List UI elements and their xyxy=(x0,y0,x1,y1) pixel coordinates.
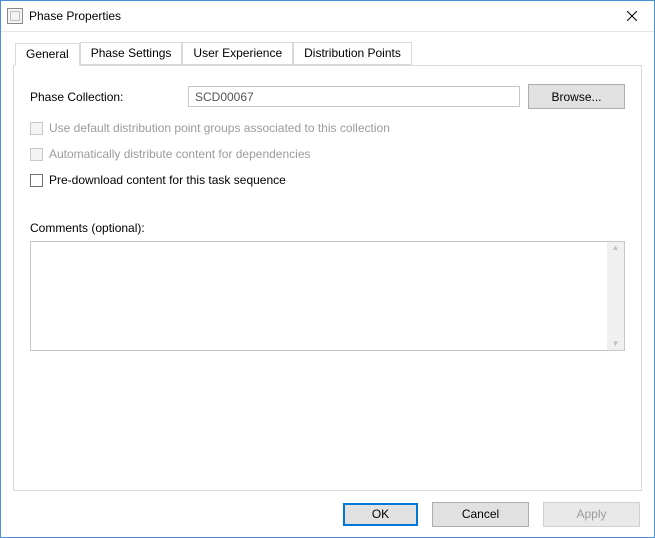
dialog-footer: OK Cancel Apply xyxy=(1,491,654,537)
phase-collection-input[interactable] xyxy=(188,86,520,107)
tab-distribution-points-label: Distribution Points xyxy=(304,46,401,60)
checkbox-auto-distribute-row: Automatically distribute content for dep… xyxy=(30,147,625,161)
checkbox-auto-distribute-label: Automatically distribute content for dep… xyxy=(49,147,311,161)
tab-strip: General Phase Settings User Experience D… xyxy=(13,42,642,65)
scrollbar[interactable]: ▲ ▼ xyxy=(607,242,624,350)
tab-user-experience[interactable]: User Experience xyxy=(182,42,293,65)
ok-button-label: OK xyxy=(372,507,389,521)
scroll-up-icon: ▲ xyxy=(612,244,620,252)
checkbox-auto-distribute xyxy=(30,148,43,161)
comments-field-wrap: ▲ ▼ xyxy=(30,241,625,351)
comments-field[interactable] xyxy=(31,242,607,350)
tab-general[interactable]: General xyxy=(15,43,80,66)
cancel-button[interactable]: Cancel xyxy=(432,502,529,527)
phase-collection-label: Phase Collection: xyxy=(30,90,188,104)
tab-phase-settings-label: Phase Settings xyxy=(91,46,172,60)
checkbox-predownload-label: Pre-download content for this task seque… xyxy=(49,173,286,187)
titlebar: Phase Properties xyxy=(1,1,654,32)
apply-button-label: Apply xyxy=(576,507,606,521)
browse-button-label: Browse... xyxy=(551,90,601,104)
close-button[interactable] xyxy=(609,2,654,31)
phase-collection-row: Phase Collection: Browse... xyxy=(30,84,625,109)
ok-button[interactable]: OK xyxy=(343,503,418,526)
checkbox-predownload[interactable] xyxy=(30,174,43,187)
tab-phase-settings[interactable]: Phase Settings xyxy=(80,42,183,65)
tab-distribution-points[interactable]: Distribution Points xyxy=(293,42,412,65)
tab-user-experience-label: User Experience xyxy=(193,46,282,60)
close-icon xyxy=(627,11,637,21)
client-area: General Phase Settings User Experience D… xyxy=(1,32,654,537)
browse-button[interactable]: Browse... xyxy=(528,84,625,109)
window-title: Phase Properties xyxy=(29,9,609,23)
comments-label: Comments (optional): xyxy=(30,221,625,235)
checkbox-use-default-dp-label: Use default distribution point groups as… xyxy=(49,121,390,135)
scroll-down-icon: ▼ xyxy=(612,340,620,348)
cancel-button-label: Cancel xyxy=(462,507,499,521)
tab-panel-general: Phase Collection: Browse... Use default … xyxy=(13,65,642,491)
tab-area: General Phase Settings User Experience D… xyxy=(13,42,642,491)
tab-general-label: General xyxy=(26,47,69,61)
checkbox-predownload-row[interactable]: Pre-download content for this task seque… xyxy=(30,173,625,187)
dialog-window: Phase Properties General Phase Settings … xyxy=(0,0,655,538)
checkbox-use-default-dp xyxy=(30,122,43,135)
apply-button: Apply xyxy=(543,502,640,527)
checkbox-use-default-dp-row: Use default distribution point groups as… xyxy=(30,121,625,135)
app-icon xyxy=(7,8,23,24)
